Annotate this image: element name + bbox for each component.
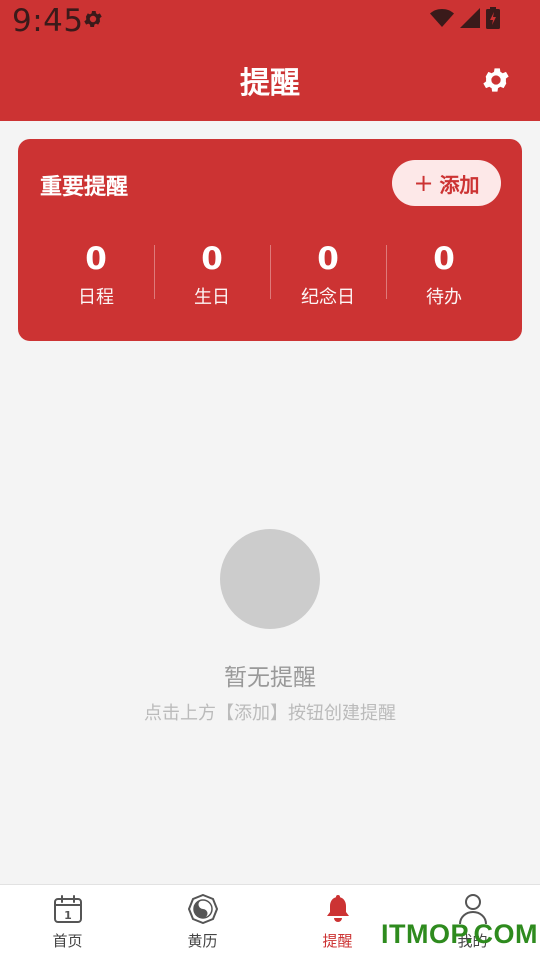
add-button-label: 添加 <box>439 172 480 197</box>
stat-schedule[interactable]: 0 日程 <box>38 239 154 311</box>
add-reminder-button[interactable]: + 添加 <box>392 160 501 206</box>
status-time: 9:45 <box>12 3 84 39</box>
status-bar: 9:45 <box>0 0 540 42</box>
stat-label: 日程 <box>78 287 114 308</box>
settings-button[interactable] <box>478 62 514 98</box>
empty-state-title: 暂无提醒 <box>224 665 316 691</box>
stat-birthday[interactable]: 0 生日 <box>154 239 270 311</box>
important-reminders-card: 重要提醒 + 添加 0 日程 0 生日 0 纪念日 0 待办 <box>18 139 522 341</box>
calendar-icon: 1 <box>52 893 84 925</box>
stat-value: 0 <box>433 241 455 277</box>
settings-gear-icon <box>84 11 102 27</box>
wifi-icon <box>430 9 454 27</box>
nav-item-almanac[interactable]: 黄历 <box>135 885 270 960</box>
stat-label: 纪念日 <box>301 287 355 308</box>
stat-anniversary[interactable]: 0 纪念日 <box>270 239 386 311</box>
page-title: 提醒 <box>240 66 300 101</box>
signal-icon <box>460 8 480 28</box>
stat-label: 待办 <box>426 287 462 308</box>
reminder-stats: 0 日程 0 生日 0 纪念日 0 待办 <box>38 239 502 311</box>
stat-value: 0 <box>85 241 107 277</box>
stat-label: 生日 <box>194 287 230 308</box>
nav-label: 黄历 <box>187 932 218 950</box>
watermark: ITMOP.COM <box>381 919 539 949</box>
stat-value: 0 <box>317 241 339 277</box>
stat-todo[interactable]: 0 待办 <box>386 239 502 311</box>
yin-yang-icon <box>187 893 219 925</box>
card-title: 重要提醒 <box>40 175 129 200</box>
plus-icon: + <box>413 169 434 197</box>
status-icons <box>430 6 500 30</box>
app-header: 9:45 提醒 <box>0 0 540 121</box>
nav-item-home[interactable]: 1 首页 <box>0 885 135 960</box>
bell-icon <box>322 893 354 925</box>
nav-label: 提醒 <box>322 932 353 950</box>
reminder-screen: 9:45 提醒 重要提醒 + 添加 0 日程 0 生日 0 纪念日 0 待办 暂… <box>0 0 540 960</box>
gear-icon <box>483 68 509 92</box>
svg-text:1: 1 <box>64 909 72 922</box>
empty-state-description: 点击上方【添加】按钮创建提醒 <box>144 703 396 724</box>
nav-label: 首页 <box>52 932 83 950</box>
battery-charging-icon <box>486 7 500 29</box>
empty-state-image <box>220 529 320 629</box>
stat-value: 0 <box>201 241 223 277</box>
